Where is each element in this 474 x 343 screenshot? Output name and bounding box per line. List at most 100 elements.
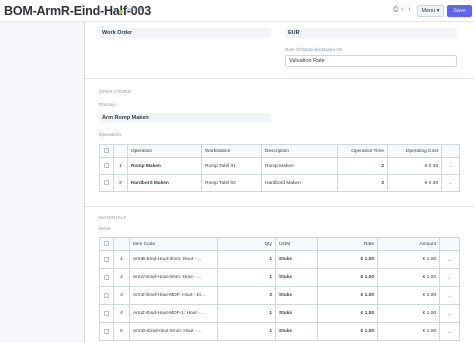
- table-row[interactable]: 1 Romp Maken Romp Tafel 01 Romp Maken 2 …: [99, 157, 460, 175]
- row-expand-chevron-icon[interactable]: ⌄: [439, 304, 460, 323]
- qty-cell[interactable]: 1: [217, 268, 276, 287]
- column-header-qty: Qty: [217, 237, 276, 251]
- operation-cell[interactable]: Hardbord Maken: [127, 174, 202, 192]
- currency-field[interactable]: EUR: [285, 28, 457, 38]
- items-table-label: Items: [99, 226, 111, 231]
- row-expand-chevron-icon[interactable]: ⌄: [439, 268, 460, 287]
- qty-cell[interactable]: 1: [217, 250, 276, 269]
- table-row[interactable]: 3 ArmZ-Eind-Hout-MDF: Hout - Ei... 2 Stu…: [99, 286, 460, 305]
- row-expand-chevron-icon[interactable]: ⌄: [441, 157, 460, 175]
- description-cell[interactable]: Romp Maken: [261, 157, 338, 175]
- column-header-rate: Rate: [317, 237, 378, 251]
- description-cell[interactable]: Hardbord Maken: [261, 174, 338, 192]
- operating-cost-cell[interactable]: € 0.39: [387, 157, 442, 175]
- table-header-row: Item Code Qty UOM Rate Amount: [99, 237, 460, 251]
- item-code-cell[interactable]: ArmZ-Eind-Hout-MDF: Hout - Ei...: [129, 286, 218, 305]
- row-index: 3: [113, 286, 130, 305]
- rate-cell[interactable]: € 1.00: [317, 250, 378, 269]
- operations-section-title: OPERATIONS: [99, 89, 131, 94]
- operations-section: OPERATIONS Routing Arm Romp Maken Operat…: [85, 78, 474, 216]
- column-header-item-code: Item Code: [129, 237, 218, 251]
- select-all-checkbox[interactable]: [99, 144, 114, 158]
- row-expand-chevron-icon[interactable]: ⌄: [439, 286, 460, 305]
- item-code-cell[interactable]: ArmV-Eind-Hout-3mm: Hout - ...: [129, 268, 218, 287]
- uom-cell[interactable]: Stuks: [275, 286, 318, 305]
- prev-record-icon[interactable]: ‹: [401, 6, 403, 13]
- materials-section-title: MATERIALS: [99, 215, 127, 220]
- column-header-index: [113, 144, 128, 158]
- qty-cell[interactable]: 1: [217, 322, 276, 341]
- row-expand-chevron-icon[interactable]: ⌄: [441, 174, 460, 192]
- routing-label: Routing: [99, 102, 115, 107]
- item-code-cell[interactable]: ArmO-Eind-Hout-3mm: Hout - ...: [129, 322, 218, 341]
- operation-cell[interactable]: Romp Maken: [127, 157, 202, 175]
- page-header: BOM-ArmR-Eind-Half-003 Default ⎙ ‹ › Men…: [0, 0, 474, 22]
- operation-time-cell[interactable]: 2: [337, 157, 388, 175]
- amount-cell[interactable]: € 1.00: [377, 322, 440, 341]
- row-checkbox[interactable]: [99, 268, 114, 287]
- row-checkbox[interactable]: [99, 174, 114, 192]
- row-checkbox[interactable]: [99, 286, 114, 305]
- item-code-cell[interactable]: ArmZ-Eind-Hout-MDF-1: Hout - ...: [129, 304, 218, 323]
- uom-cell[interactable]: Stuks: [275, 322, 318, 341]
- qty-cell[interactable]: 1: [217, 304, 276, 323]
- workstation-cell[interactable]: Romp Tafel 02: [201, 174, 262, 192]
- column-header-workstation: Workstation: [201, 144, 262, 158]
- row-index: 1: [113, 157, 128, 175]
- rate-basis-label: Rate Of Materials Based On: [285, 47, 343, 52]
- rate-cell[interactable]: € 1.00: [317, 304, 378, 323]
- row-checkbox[interactable]: [99, 157, 114, 175]
- amount-cell[interactable]: € 2.00: [377, 286, 440, 305]
- save-button[interactable]: Save: [447, 5, 472, 17]
- table-row[interactable]: 4 ArmZ-Eind-Hout-MDF-1: Hout - ... 1 Stu…: [99, 304, 460, 323]
- column-header-settings: [439, 237, 460, 251]
- materials-section: MATERIALS Items Item Code Qty UOM Rate A…: [85, 206, 474, 343]
- amount-cell[interactable]: € 1.00: [377, 304, 440, 323]
- column-header-amount: Amount: [377, 237, 440, 251]
- rate-cell[interactable]: € 1.00: [317, 286, 378, 305]
- print-icon[interactable]: ⎙: [393, 6, 399, 14]
- row-expand-chevron-icon[interactable]: ⌄: [439, 322, 460, 341]
- row-checkbox[interactable]: [99, 322, 114, 341]
- items-table: Item Code Qty UOM Rate Amount 1 ArmB-Ein…: [99, 237, 460, 341]
- routing-field[interactable]: Arm Romp Maken: [99, 113, 271, 123]
- amount-cell[interactable]: € 1.00: [377, 268, 440, 287]
- column-header-description: Description: [261, 144, 338, 158]
- select-all-checkbox[interactable]: [99, 237, 114, 251]
- work-order-field[interactable]: Work Order: [99, 28, 271, 38]
- column-header-uom: UOM: [275, 237, 318, 251]
- row-index: 1: [113, 250, 130, 269]
- qty-cell[interactable]: 2: [217, 286, 276, 305]
- row-index: 4: [113, 304, 130, 323]
- menu-button[interactable]: Menu ▾: [417, 5, 444, 17]
- next-record-icon[interactable]: ›: [408, 6, 410, 13]
- row-expand-chevron-icon[interactable]: ⌄: [439, 250, 460, 269]
- table-row[interactable]: 1 ArmB-Eind-Hout-3mm: Hout - ... 1 Stuks…: [99, 250, 460, 269]
- operation-time-cell[interactable]: 2: [337, 174, 388, 192]
- column-header-operating-cost: Operating Cost: [387, 144, 442, 158]
- uom-cell[interactable]: Stuks: [275, 268, 318, 287]
- row-checkbox[interactable]: [99, 304, 114, 323]
- status-indicator-icon: [119, 10, 123, 14]
- table-row[interactable]: 2 ArmV-Eind-Hout-3mm: Hout - ... 1 Stuks…: [99, 268, 460, 287]
- row-index: 5: [113, 322, 130, 341]
- amount-cell[interactable]: € 1.00: [377, 250, 440, 269]
- rate-cell[interactable]: € 1.00: [317, 322, 378, 341]
- rate-cell[interactable]: € 1.00: [317, 268, 378, 287]
- table-header-row: Operation Workstation Description Operat…: [99, 144, 460, 158]
- operations-table: Operation Workstation Description Operat…: [99, 144, 460, 192]
- row-index: 2: [113, 174, 128, 192]
- column-header-operation: Operation: [127, 144, 202, 158]
- column-header-operation-time: Operation Time: [337, 144, 388, 158]
- table-row[interactable]: 5 ArmO-Eind-Hout-3mm: Hout - ... 1 Stuks…: [99, 322, 460, 341]
- workstation-cell[interactable]: Romp Tafel 01: [201, 157, 262, 175]
- uom-cell[interactable]: Stuks: [275, 250, 318, 269]
- operating-cost-cell[interactable]: € 0.39: [387, 174, 442, 192]
- table-row[interactable]: 2 Hardbord Maken Romp Tafel 02 Hardbord …: [99, 174, 460, 192]
- rate-basis-select[interactable]: Valuation Rate: [285, 55, 457, 67]
- uom-cell[interactable]: Stuks: [275, 304, 318, 323]
- row-index: 2: [113, 268, 130, 287]
- row-checkbox[interactable]: [99, 250, 114, 269]
- status-badge: Default: [125, 7, 143, 13]
- item-code-cell[interactable]: ArmB-Eind-Hout-3mm: Hout - ...: [129, 250, 218, 269]
